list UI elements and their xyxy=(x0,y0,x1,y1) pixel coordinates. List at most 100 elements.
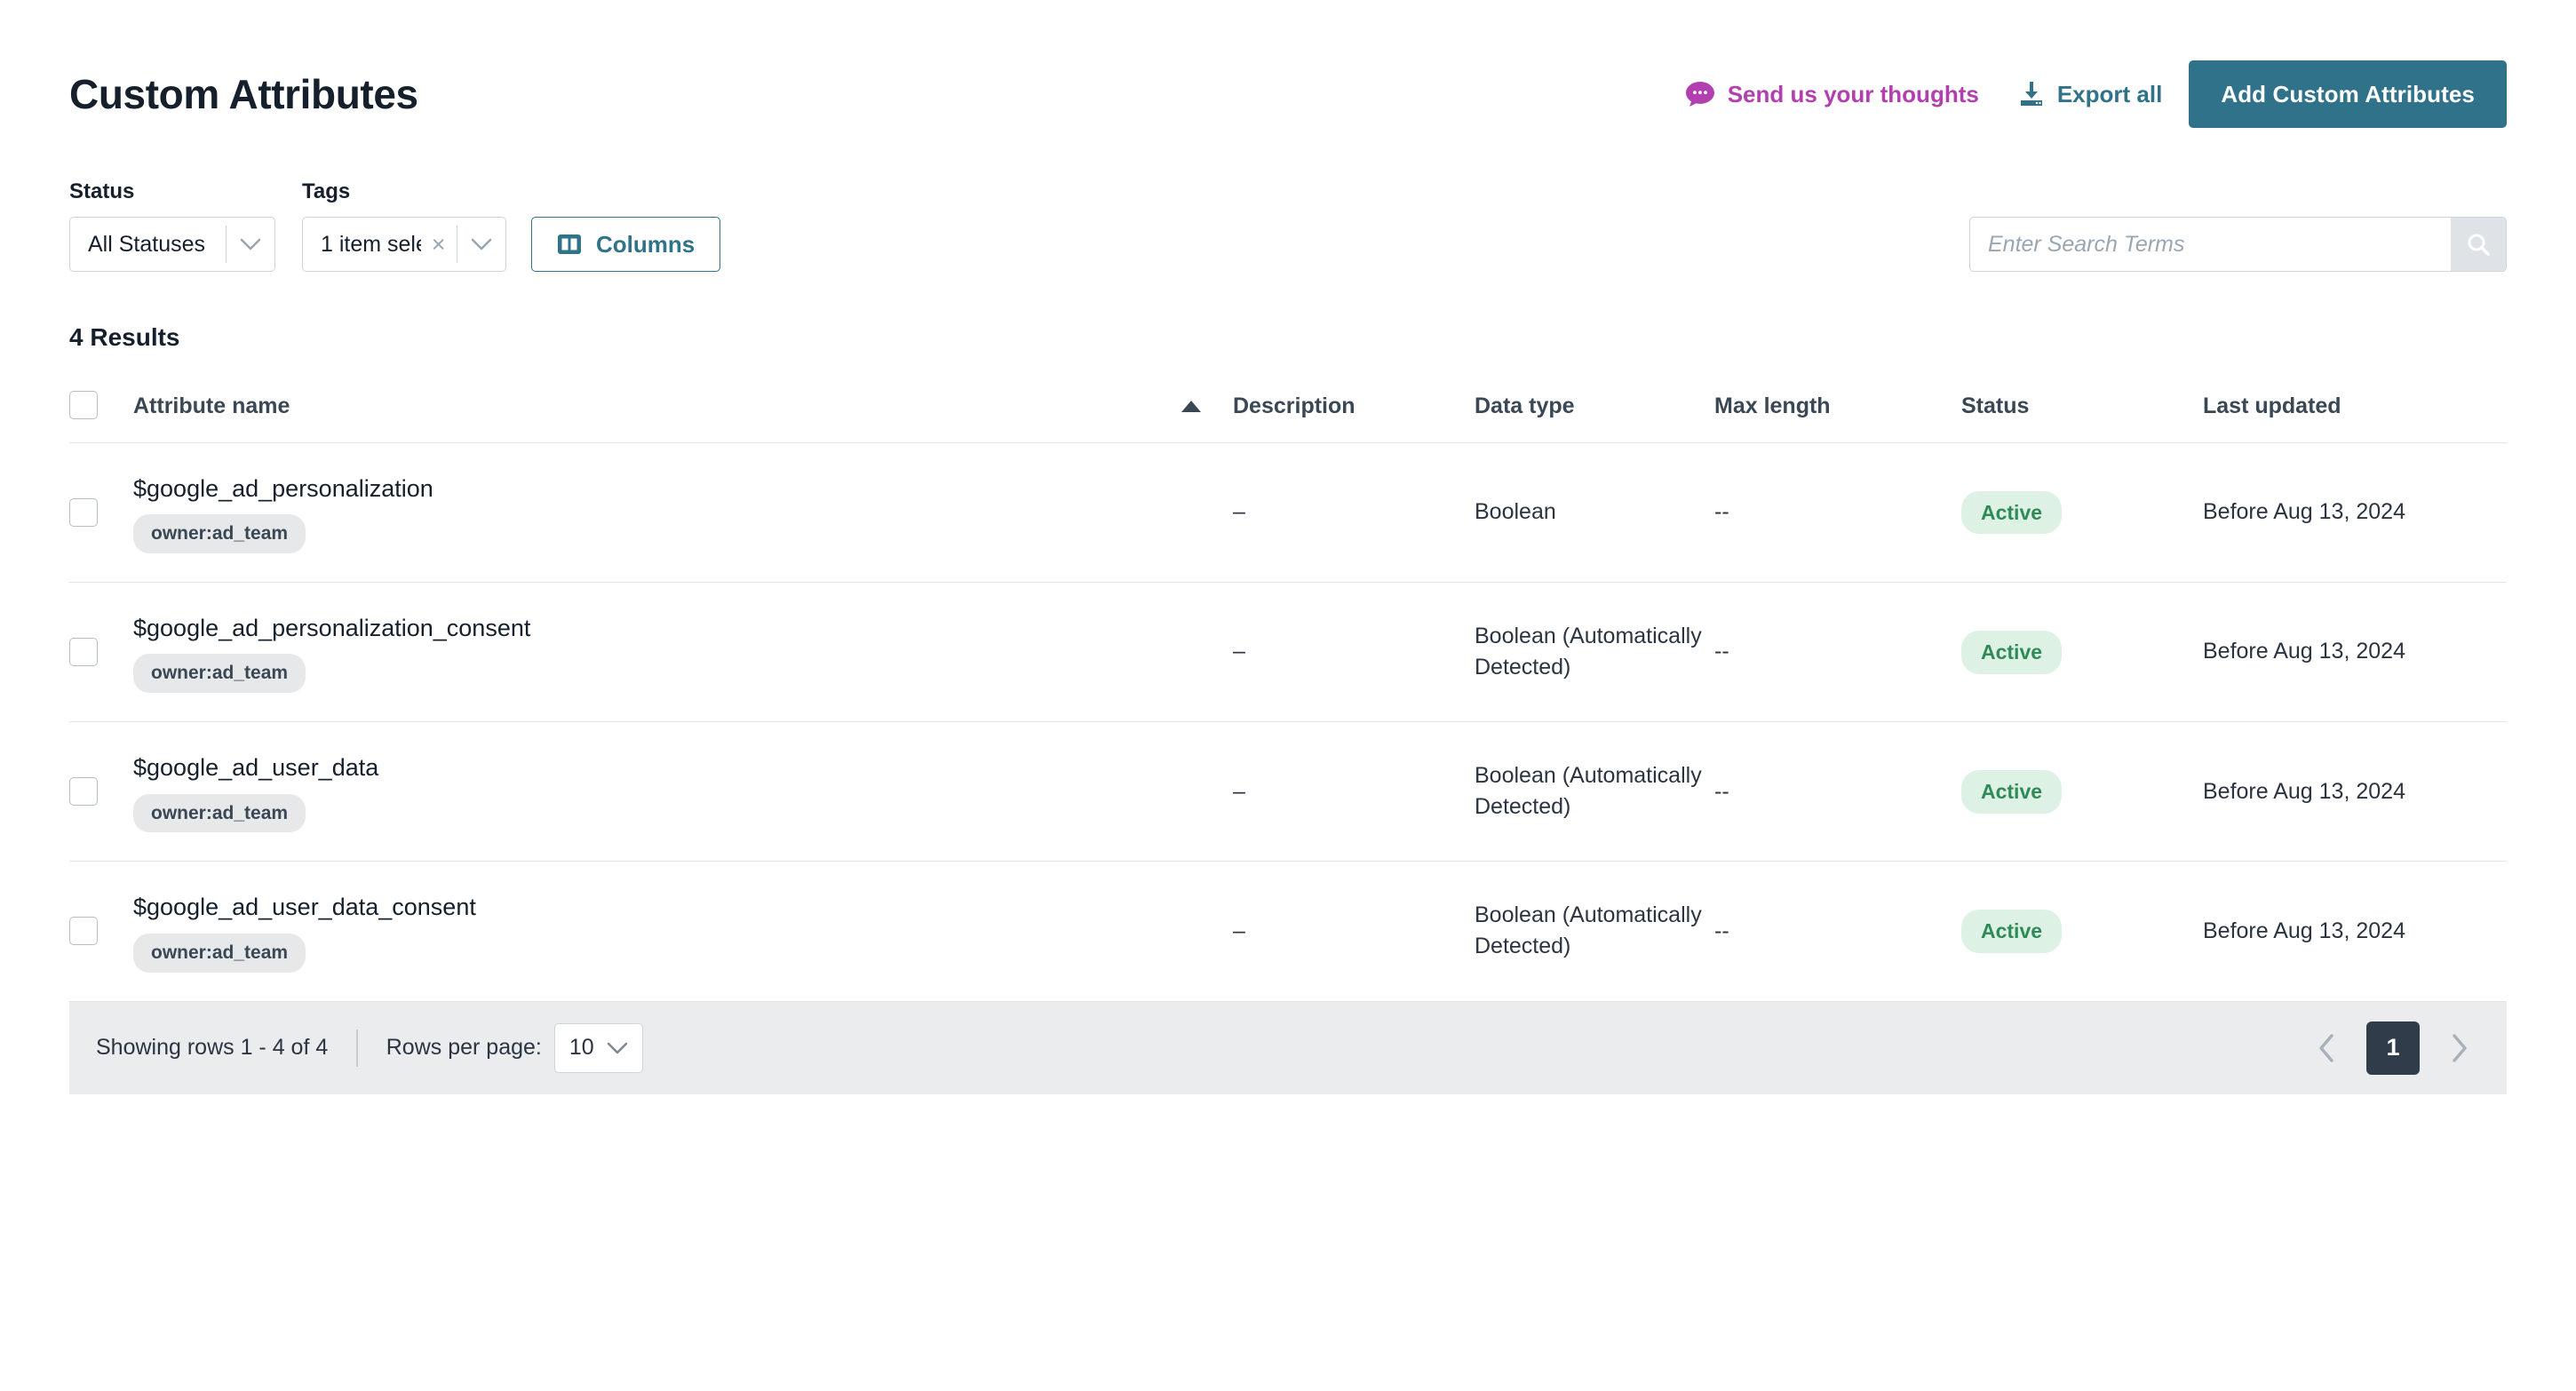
cell-last-updated: Before Aug 13, 2024 xyxy=(2203,582,2507,723)
cell-attribute-name: $google_ad_user_data owner:ad_team xyxy=(133,721,1233,862)
columns-button-label: Columns xyxy=(596,230,696,258)
attribute-name-link[interactable]: $google_ad_user_data_consent xyxy=(133,890,1233,924)
row-select-cell xyxy=(69,861,133,1002)
cell-data-type: Boolean (Automatically Detected) xyxy=(1475,861,1714,1002)
attribute-tag[interactable]: owner:ad_team xyxy=(133,514,306,554)
cell-attribute-name: $google_ad_user_data_consent owner:ad_te… xyxy=(133,861,1233,1002)
status-filter-value: All Statuses xyxy=(88,231,206,257)
table-row: $google_ad_user_data_consent owner:ad_te… xyxy=(69,861,2507,1002)
cell-max-length: -- xyxy=(1714,861,1961,1002)
rows-per-page-select[interactable]: 10 xyxy=(553,1022,643,1073)
clear-tags-icon[interactable]: × xyxy=(421,232,457,257)
row-checkbox[interactable] xyxy=(69,917,98,946)
row-select-cell xyxy=(69,582,133,723)
cell-description: – xyxy=(1233,582,1475,723)
attributes-table: Attribute name Description Data type Max… xyxy=(69,391,2507,1002)
attribute-tag[interactable]: owner:ad_team xyxy=(133,654,306,694)
cell-attribute-name: $google_ad_personalization_consent owner… xyxy=(133,582,1233,723)
cell-description: – xyxy=(1233,442,1475,584)
search-box xyxy=(1969,217,2507,272)
row-checkbox[interactable] xyxy=(69,638,98,667)
sort-ascending-icon xyxy=(1181,401,1201,412)
cell-max-length: -- xyxy=(1714,582,1961,723)
footer-left: Showing rows 1 - 4 of 4 Rows per page: 1… xyxy=(96,1022,643,1073)
cell-attribute-name: $google_ad_personalization owner:ad_team xyxy=(133,442,1233,584)
table-footer: Showing rows 1 - 4 of 4 Rows per page: 1… xyxy=(69,1001,2507,1094)
tags-filter-select[interactable]: 1 item selected × xyxy=(302,217,506,272)
select-all-checkbox[interactable] xyxy=(69,391,98,419)
export-all-link[interactable]: Export all xyxy=(2018,80,2162,108)
column-header-status[interactable]: Status xyxy=(1961,391,2203,443)
filter-bar: Status All Statuses Tags 1 item selected… xyxy=(69,163,2507,272)
search-input[interactable] xyxy=(1970,218,2451,271)
rows-per-page-value: 10 xyxy=(568,1035,594,1061)
status-filter-label: Status xyxy=(69,179,135,203)
status-badge: Active xyxy=(1961,770,2063,814)
column-label: Attribute name xyxy=(133,393,290,418)
pagination: 1 xyxy=(2306,1021,2480,1075)
cell-data-type: Boolean xyxy=(1475,442,1714,584)
chevron-down-icon[interactable] xyxy=(227,238,274,250)
row-select-cell xyxy=(69,442,133,584)
download-icon xyxy=(2018,80,2045,108)
column-header-description[interactable]: Description xyxy=(1233,391,1475,443)
page-title: Custom Attributes xyxy=(69,71,418,117)
rows-per-page-label: Rows per page: xyxy=(386,1035,542,1061)
send-feedback-link[interactable]: Send us your thoughts xyxy=(1685,81,1979,108)
search-button[interactable] xyxy=(2451,218,2506,271)
column-header-max-length[interactable]: Max length xyxy=(1714,391,1961,443)
table-row: $google_ad_personalization_consent owner… xyxy=(69,582,2507,723)
showing-rows-label: Showing rows 1 - 4 of 4 xyxy=(96,1035,329,1061)
chevron-down-icon[interactable] xyxy=(457,238,505,250)
status-filter-select[interactable]: All Statuses xyxy=(69,217,275,272)
column-header-attribute-name[interactable]: Attribute name xyxy=(133,391,1233,443)
cell-status: Active xyxy=(1961,721,2203,862)
table-row: $google_ad_personalization owner:ad_team… xyxy=(69,442,2507,584)
tags-filter-group: Tags 1 item selected × xyxy=(302,179,506,272)
columns-button[interactable]: Columns xyxy=(531,217,721,272)
previous-page-button[interactable] xyxy=(2306,1023,2347,1073)
cell-status: Active xyxy=(1961,442,2203,584)
cell-description: – xyxy=(1233,861,1475,1002)
tags-filter-value: 1 item selected xyxy=(321,231,421,257)
status-badge: Active xyxy=(1961,490,2063,535)
status-badge: Active xyxy=(1961,910,2063,953)
select-all-header xyxy=(69,391,133,443)
table-row: $google_ad_user_data owner:ad_team – Boo… xyxy=(69,721,2507,862)
cell-description: – xyxy=(1233,721,1475,862)
attribute-name-link[interactable]: $google_ad_personalization_consent xyxy=(133,611,1233,645)
column-header-data-type[interactable]: Data type xyxy=(1475,391,1714,443)
page-number-1[interactable]: 1 xyxy=(2366,1021,2420,1075)
columns-icon xyxy=(557,232,582,257)
page-header: Custom Attributes Send us your thoughts xyxy=(69,0,2507,142)
cell-max-length: -- xyxy=(1714,721,1961,862)
custom-attributes-page: Custom Attributes Send us your thoughts xyxy=(0,0,2576,1391)
cell-max-length: -- xyxy=(1714,442,1961,584)
cell-last-updated: Before Aug 13, 2024 xyxy=(2203,721,2507,862)
attribute-tag[interactable]: owner:ad_team xyxy=(133,793,306,833)
footer-divider xyxy=(356,1029,358,1067)
row-checkbox[interactable] xyxy=(69,498,98,528)
tags-filter-label: Tags xyxy=(302,179,351,203)
results-count: 4 Results xyxy=(69,323,180,351)
status-filter-group: Status All Statuses xyxy=(69,179,275,272)
table-header-row: Attribute name Description Data type Max… xyxy=(69,391,2507,443)
cell-status: Active xyxy=(1961,861,2203,1002)
chat-bubble-icon xyxy=(1685,81,1715,107)
cell-status: Active xyxy=(1961,582,2203,723)
header-actions: Send us your thoughts Export all Add Cus… xyxy=(1685,60,2507,128)
row-select-cell xyxy=(69,721,133,862)
attribute-name-link[interactable]: $google_ad_personalization xyxy=(133,472,1233,505)
table-header: Attribute name Description Data type Max… xyxy=(69,391,2507,443)
cell-data-type: Boolean (Automatically Detected) xyxy=(1475,721,1714,862)
cell-last-updated: Before Aug 13, 2024 xyxy=(2203,861,2507,1002)
attribute-tag[interactable]: owner:ad_team xyxy=(133,933,306,973)
search-icon xyxy=(2466,232,2491,257)
row-checkbox[interactable] xyxy=(69,777,98,807)
status-badge: Active xyxy=(1961,630,2063,674)
add-custom-attributes-button[interactable]: Add Custom Attributes xyxy=(2189,60,2507,128)
next-page-button[interactable] xyxy=(2439,1023,2480,1073)
attribute-name-link[interactable]: $google_ad_user_data xyxy=(133,751,1233,784)
cell-data-type: Boolean (Automatically Detected) xyxy=(1475,582,1714,723)
column-header-last-updated[interactable]: Last updated xyxy=(2203,391,2507,443)
